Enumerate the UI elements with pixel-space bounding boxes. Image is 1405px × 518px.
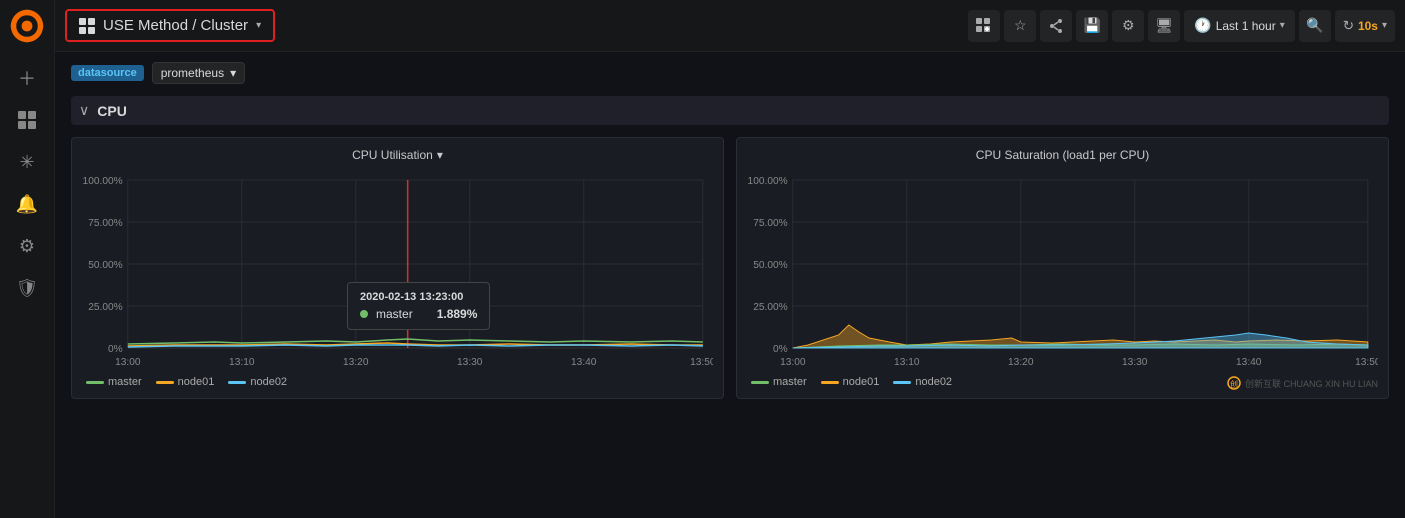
legend-node01: node01 xyxy=(156,376,215,388)
content-area: datasource prometheus ▾ ∨ CPU CPU Utilis… xyxy=(55,52,1405,518)
svg-text:13:50: 13:50 xyxy=(1355,357,1378,368)
svg-text:13:30: 13:30 xyxy=(457,357,483,368)
refresh-button[interactable]: ↻ 10s ▾ xyxy=(1335,10,1395,42)
share-button[interactable] xyxy=(1040,10,1072,42)
time-range-label: Last 1 hour xyxy=(1216,19,1276,33)
grafana-logo[interactable] xyxy=(9,8,45,44)
svg-text:0%: 0% xyxy=(773,344,788,355)
legend-master-color xyxy=(86,381,104,384)
charts-grid: CPU Utilisation ▾ xyxy=(71,137,1389,399)
tv-mode-button[interactable]: 🖥 xyxy=(1148,10,1180,42)
sat-legend-master-label: master xyxy=(773,376,807,388)
svg-text:创: 创 xyxy=(1230,379,1238,389)
svg-text:75.00%: 75.00% xyxy=(88,218,123,229)
grid-icon xyxy=(79,18,95,34)
svg-text:13:20: 13:20 xyxy=(343,357,369,368)
cpu-saturation-title: CPU Saturation (load1 per CPU) xyxy=(747,148,1378,162)
sat-legend-node01: node01 xyxy=(821,376,880,388)
svg-text:75.00%: 75.00% xyxy=(753,218,788,229)
cpu-utilisation-chart: 100.00% 75.00% 50.00% 25.00% 0% 13:00 13… xyxy=(82,170,713,370)
alert-icon[interactable]: 🔔 xyxy=(9,186,45,222)
svg-text:13:30: 13:30 xyxy=(1122,357,1148,368)
utilisation-legend: master node01 node02 xyxy=(82,376,713,388)
watermark-text: 创新互联 CHUANG XIN HU LIAN xyxy=(1245,377,1378,390)
svg-text:13:00: 13:00 xyxy=(115,357,141,368)
explore-icon[interactable]: ✳ xyxy=(9,144,45,180)
title-caret: ▾ xyxy=(256,20,261,31)
refresh-icon: ↻ xyxy=(1343,18,1354,34)
settings-icon[interactable]: ⚙ xyxy=(9,228,45,264)
watermark: 创 创新互联 CHUANG XIN HU LIAN xyxy=(1227,376,1378,390)
sat-legend-node01-color xyxy=(821,381,839,384)
cpu-saturation-chart: 100.00% 75.00% 50.00% 25.00% 0% 13:00 13… xyxy=(747,170,1378,370)
time-range-picker[interactable]: 🕐 Last 1 hour ▾ xyxy=(1184,10,1295,42)
svg-text:13:10: 13:10 xyxy=(894,357,920,368)
topbar: USE Method / Cluster ▾ ☆ xyxy=(55,0,1405,52)
main-content: USE Method / Cluster ▾ ☆ xyxy=(55,0,1405,518)
star-button[interactable]: ☆ xyxy=(1004,10,1036,42)
shield-icon[interactable]: 🛡 xyxy=(9,270,45,306)
legend-node02: node02 xyxy=(228,376,287,388)
clock-icon: 🕐 xyxy=(1194,17,1211,34)
svg-text:50.00%: 50.00% xyxy=(753,260,788,271)
datasource-selector[interactable]: prometheus ▾ xyxy=(152,62,245,84)
saturation-legend: master node01 node02 创 xyxy=(747,376,1378,388)
datasource-caret: ▾ xyxy=(230,66,236,80)
legend-node02-label: node02 xyxy=(250,376,287,388)
legend-node01-color xyxy=(156,381,174,384)
sidebar: ＋ ✳ 🔔 ⚙ 🛡 xyxy=(0,0,55,518)
sat-legend-node02-color xyxy=(893,381,911,384)
add-icon[interactable]: ＋ xyxy=(9,60,45,96)
svg-text:13:40: 13:40 xyxy=(1236,357,1262,368)
legend-node01-label: node01 xyxy=(178,376,215,388)
svg-text:13:20: 13:20 xyxy=(1008,357,1034,368)
saturation-svg: 100.00% 75.00% 50.00% 25.00% 0% 13:00 13… xyxy=(747,170,1378,370)
time-caret: ▾ xyxy=(1280,20,1285,31)
svg-text:13:00: 13:00 xyxy=(780,357,806,368)
sat-legend-node02: node02 xyxy=(893,376,952,388)
sat-legend-node01-label: node01 xyxy=(843,376,880,388)
cpu-section-title: CPU xyxy=(97,103,127,119)
cpu-section-header[interactable]: ∨ CPU xyxy=(71,96,1389,125)
legend-node02-color xyxy=(228,381,246,384)
section-chevron: ∨ xyxy=(79,102,89,119)
cpu-saturation-panel: CPU Saturation (load1 per CPU) xyxy=(736,137,1389,399)
cpu-utilisation-title: CPU Utilisation ▾ xyxy=(82,148,713,162)
refresh-caret: ▾ xyxy=(1382,20,1387,31)
svg-text:13:40: 13:40 xyxy=(571,357,597,368)
datasource-value: prometheus xyxy=(161,66,224,80)
topbar-actions: ☆ 💾 ⚙ 🖥 🕐 Last 1 hour ▾ 🔍 xyxy=(968,10,1395,42)
svg-text:100.00%: 100.00% xyxy=(83,176,123,187)
svg-text:25.00%: 25.00% xyxy=(88,302,123,313)
datasource-row: datasource prometheus ▾ xyxy=(71,62,1389,84)
legend-master: master xyxy=(86,376,142,388)
legend-master-label: master xyxy=(108,376,142,388)
utilisation-title-caret[interactable]: ▾ xyxy=(437,148,443,162)
datasource-label: datasource xyxy=(71,65,144,81)
dashboard-title: USE Method / Cluster xyxy=(103,17,248,34)
utilisation-svg: 100.00% 75.00% 50.00% 25.00% 0% 13:00 13… xyxy=(82,170,713,370)
svg-text:50.00%: 50.00% xyxy=(88,260,123,271)
svg-text:13:10: 13:10 xyxy=(229,357,255,368)
svg-text:13:50: 13:50 xyxy=(690,357,713,368)
dashboard-title-button[interactable]: USE Method / Cluster ▾ xyxy=(65,9,275,42)
sat-legend-node02-label: node02 xyxy=(915,376,952,388)
sat-legend-master: master xyxy=(751,376,807,388)
svg-text:100.00%: 100.00% xyxy=(748,176,788,187)
save-button[interactable]: 💾 xyxy=(1076,10,1108,42)
add-panel-button[interactable] xyxy=(968,10,1000,42)
sat-legend-master-color xyxy=(751,381,769,384)
cpu-utilisation-panel: CPU Utilisation ▾ xyxy=(71,137,724,399)
dashboard-icon[interactable] xyxy=(9,102,45,138)
settings-button[interactable]: ⚙ xyxy=(1112,10,1144,42)
zoom-button[interactable]: 🔍 xyxy=(1299,10,1331,42)
svg-text:0%: 0% xyxy=(108,344,123,355)
svg-text:25.00%: 25.00% xyxy=(753,302,788,313)
refresh-interval: 10s xyxy=(1358,19,1378,33)
